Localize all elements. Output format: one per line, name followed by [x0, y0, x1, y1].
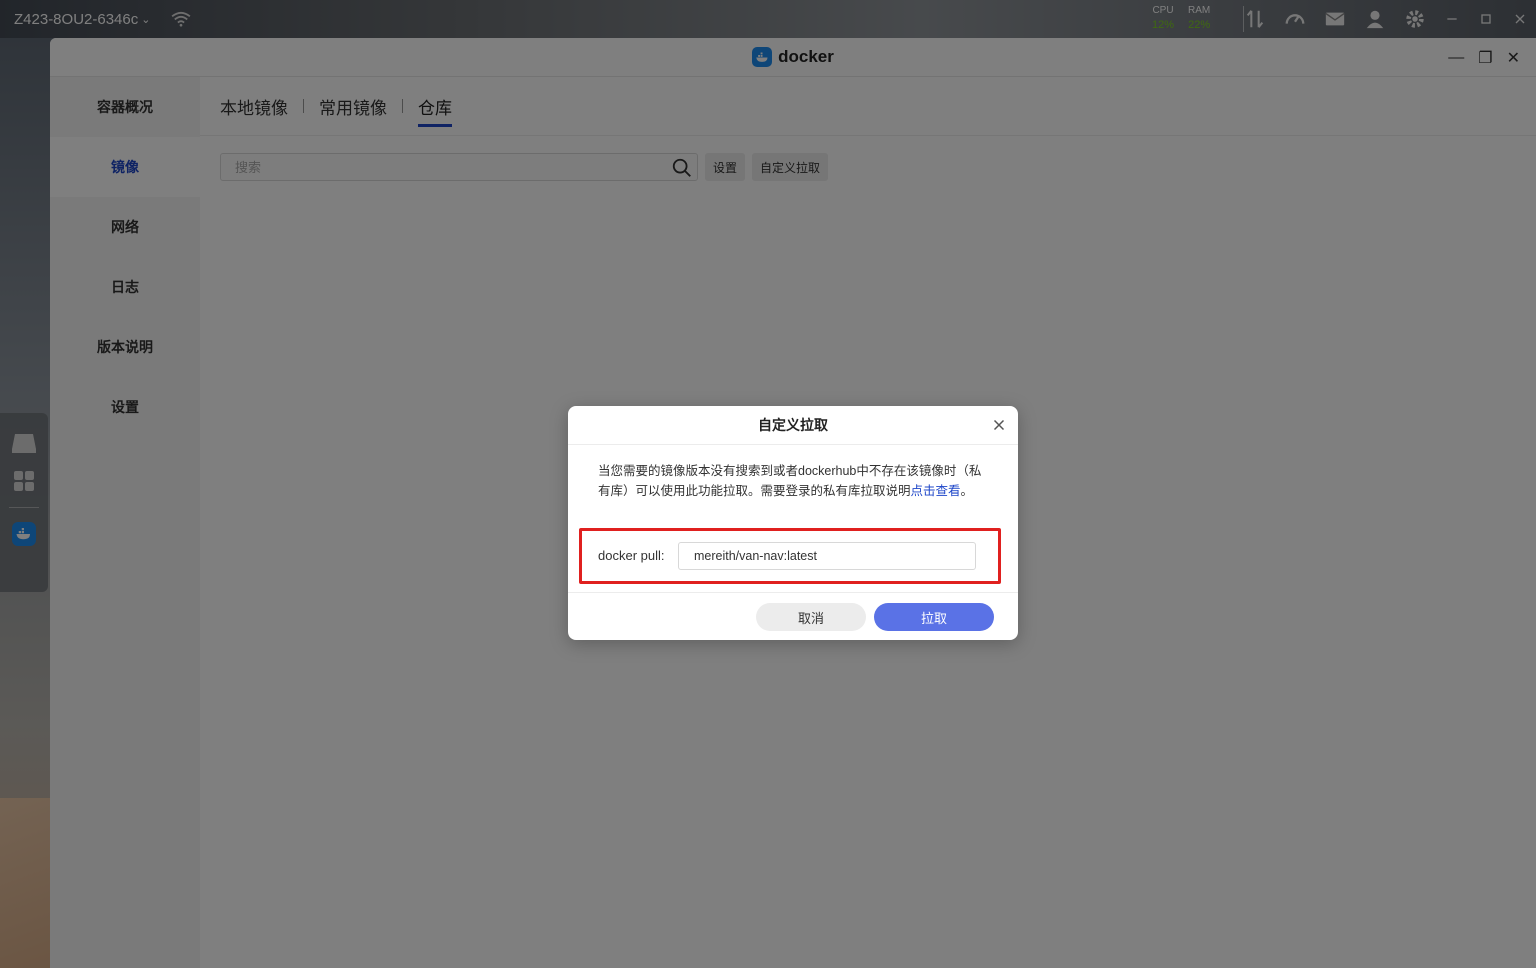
dialog-description: 当您需要的镜像版本没有搜索到或者dockerhub中不存在该镜像时（私有库）可以…: [568, 445, 1018, 524]
pull-button[interactable]: 拉取: [874, 603, 994, 631]
custom-pull-dialog: 自定义拉取 当您需要的镜像版本没有搜索到或者dockerhub中不存在该镜像时（…: [568, 406, 1018, 640]
description-end: 。: [960, 484, 974, 498]
docker-pull-row: docker pull:: [579, 528, 1001, 584]
docker-pull-input[interactable]: [678, 542, 976, 570]
help-link[interactable]: 点击查看: [911, 484, 961, 498]
docker-pull-label: docker pull:: [598, 548, 665, 563]
dialog-footer: 取消 拉取: [568, 592, 1018, 640]
close-icon[interactable]: [990, 416, 1008, 434]
cancel-button[interactable]: 取消: [756, 603, 866, 631]
dialog-header: 自定义拉取: [568, 406, 1018, 445]
dialog-title: 自定义拉取: [758, 417, 828, 433]
